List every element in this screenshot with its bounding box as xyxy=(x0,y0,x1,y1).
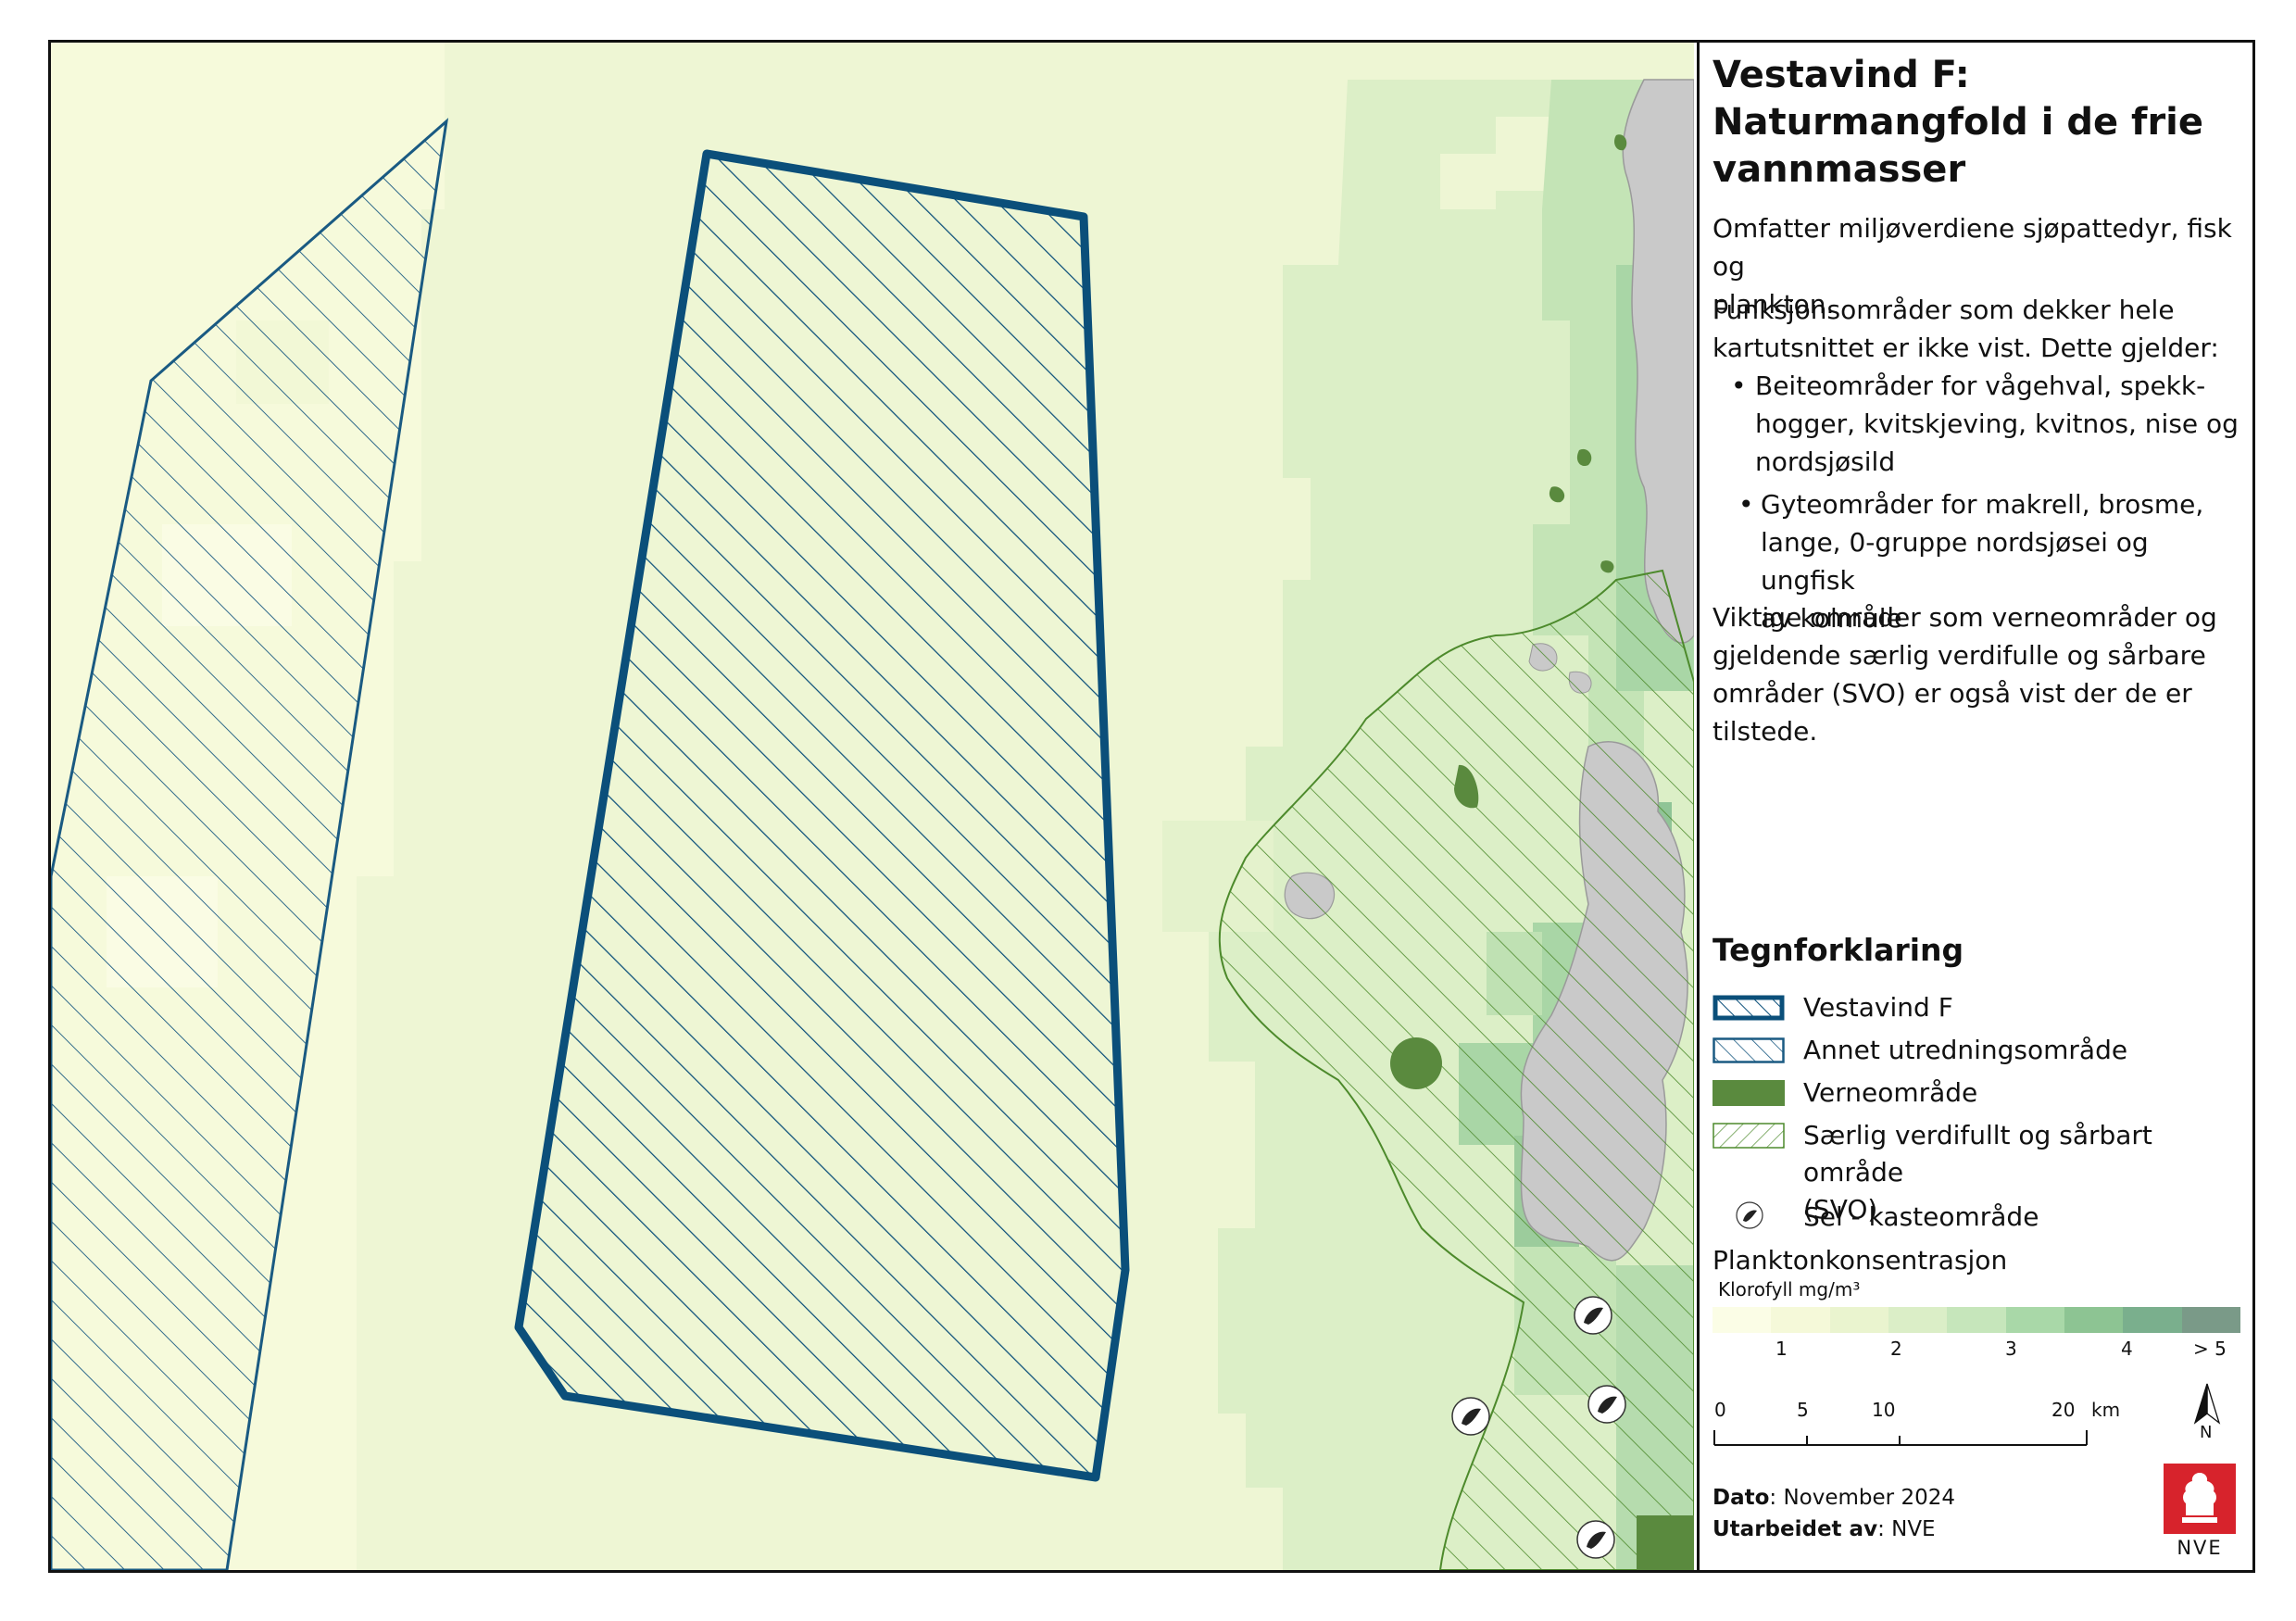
text-line: Gyteområder for makrell, brosme, xyxy=(1761,489,2204,520)
ramp-label: > 5 xyxy=(2193,1338,2227,1360)
plankton-unit: Klorofyll mg/m³ xyxy=(1718,1278,1861,1301)
legend-label: Vestavind F xyxy=(1803,992,1953,1023)
important-areas-text: Viktige områder som verneområder og gjel… xyxy=(1713,598,2250,750)
scale-tick: 20 xyxy=(2051,1399,2076,1421)
ramp-class xyxy=(1713,1307,1772,1333)
text-line: nordsjøsild xyxy=(1755,446,1896,477)
ramp-class xyxy=(2064,1307,2124,1333)
nve-logo-text: NVE xyxy=(2177,1537,2223,1559)
north-arrow-icon xyxy=(2193,1383,2221,1425)
seal-marker[interactable] xyxy=(1451,1397,1490,1436)
legend-swatch-verneomrade xyxy=(1713,1080,1785,1106)
bullet-beiteomrader: Beiteområder for vågehval, spekk- hogger… xyxy=(1755,367,2246,481)
seal-marker[interactable] xyxy=(1587,1385,1626,1424)
title-line: Vestavind F: xyxy=(1713,54,1970,96)
verneomrade-2[interactable] xyxy=(1390,1037,1442,1089)
scale-unit: km xyxy=(2091,1399,2121,1421)
scale-bar xyxy=(1713,1430,2088,1446)
legend-swatch-svo xyxy=(1713,1123,1785,1149)
seal-marker[interactable] xyxy=(1576,1520,1615,1559)
legend-label: Særlig verdifullt og sårbart område xyxy=(1803,1120,2152,1187)
plankton-cell xyxy=(1496,117,1551,191)
seal-marker[interactable] xyxy=(1574,1296,1612,1335)
text-line: tilstede. xyxy=(1713,716,1818,747)
scale-tick: 5 xyxy=(1797,1399,1809,1421)
legend-label: Annet utredningsområde xyxy=(1803,1035,2128,1065)
ramp-label: 4 xyxy=(2121,1338,2133,1360)
author-line: Utarbeidet av: NVE xyxy=(1713,1517,1936,1541)
ramp-label: 1 xyxy=(1775,1338,1788,1360)
plankton-cell xyxy=(1440,154,1496,209)
nve-logo-icon xyxy=(2164,1464,2236,1534)
date-value: : November 2024 xyxy=(1769,1486,1955,1510)
title-line: vannmasser xyxy=(1713,148,1966,191)
date-line: Dato: November 2024 xyxy=(1713,1486,1955,1510)
text-line: Viktige områder som verneområder og xyxy=(1713,602,2217,633)
ramp-class xyxy=(1771,1307,1830,1333)
legend-heading: Tegnforklaring xyxy=(1713,932,1964,968)
text-line: områder (SVO) er også vist der de er xyxy=(1713,678,2192,709)
text-line: gjeldende særlig verdifulle og sårbare xyxy=(1713,640,2206,671)
ramp-class xyxy=(1947,1307,2006,1333)
north-label: N xyxy=(2200,1423,2213,1442)
author-label: Utarbeidet av xyxy=(1713,1517,1878,1541)
legend-label: Verneområde xyxy=(1803,1077,1978,1108)
ramp-class xyxy=(2123,1307,2182,1333)
text-line: kartutsnittet er ikke vist. Dette gjelde… xyxy=(1713,333,2219,363)
ramp-class xyxy=(1829,1307,1888,1333)
ramp-class xyxy=(1888,1307,1948,1333)
scale-tick: 10 xyxy=(1872,1399,1896,1421)
bullet-dot: • xyxy=(1738,489,1754,520)
function-areas-text: Funksjonsområder som dekker hele kartuts… xyxy=(1713,291,2250,367)
legend-label: Sel - kasteområde xyxy=(1803,1201,2039,1232)
ramp-class xyxy=(2005,1307,2064,1333)
panel-title: Vestavind F: Naturmangfold i de frie van… xyxy=(1713,52,2250,194)
info-panel: Vestavind F: Naturmangfold i de frie van… xyxy=(1697,43,2252,1570)
ramp-label: 3 xyxy=(2005,1338,2017,1360)
seal-icon xyxy=(1736,1201,1763,1229)
verneomrade-3[interactable] xyxy=(1637,1515,1694,1570)
text-line: hogger, kvitskjeving, kvitnos, nise og xyxy=(1755,408,2239,439)
plankton-title: Planktonkonsentrasjon xyxy=(1713,1245,2008,1275)
text-line: Beiteområder for vågehval, spekk- xyxy=(1755,371,2206,401)
scale-tick: 0 xyxy=(1714,1399,1726,1421)
bullet-dot: • xyxy=(1731,371,1747,401)
text-line: Funksjonsområder som dekker hele xyxy=(1713,295,2175,325)
map-canvas[interactable] xyxy=(51,43,1694,1570)
ramp-label: 2 xyxy=(1890,1338,1902,1360)
ramp-class xyxy=(2181,1307,2240,1333)
text-line: Omfatter miljøverdiene sjøpattedyr, fisk… xyxy=(1713,213,2232,282)
author-value: : NVE xyxy=(1877,1517,1936,1541)
text-line: lange, 0-gruppe nordsjøsei og ungfisk xyxy=(1761,527,2149,596)
plankton-color-ramp xyxy=(1713,1307,2240,1333)
legend-swatch-vestavind xyxy=(1713,995,1785,1021)
legend-swatch-annet xyxy=(1713,1037,1785,1063)
date-label: Dato xyxy=(1713,1486,1770,1510)
title-line: Naturmangfold i de frie xyxy=(1713,101,2204,144)
